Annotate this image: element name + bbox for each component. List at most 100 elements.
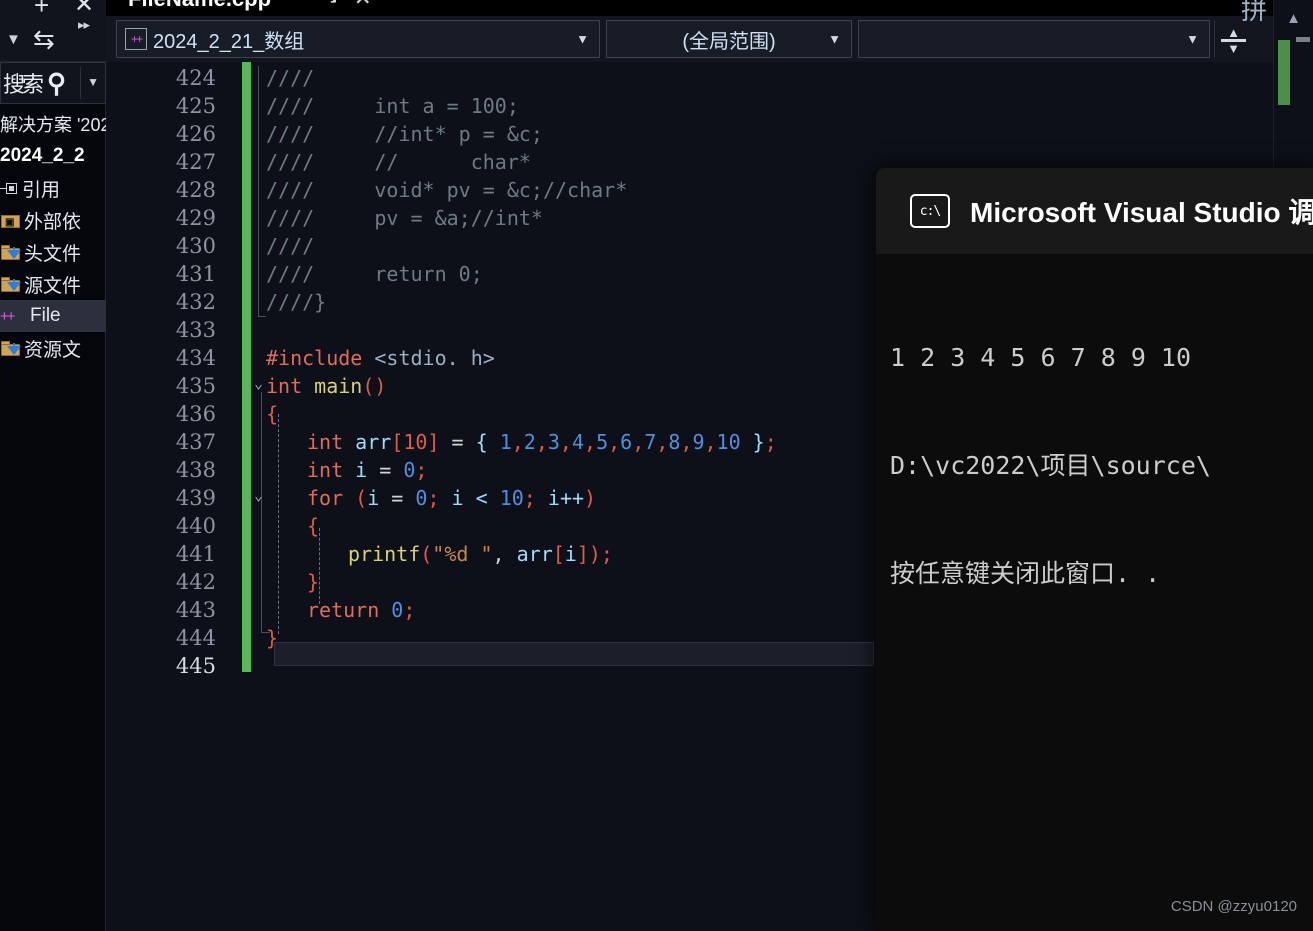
line-number: 428 [175,178,216,202]
tree-item-label: 头文件 [24,243,82,265]
code-line-text: //// return 0; [266,262,483,286]
tree-item-label: 解决方案 '202 [0,115,106,135]
code-line-text: //// //int* p = &c; [266,122,543,146]
line-number: 445 [175,654,216,678]
tree-item-label: 外部依 [24,211,82,233]
tree-item-solution[interactable]: 解决方案 '202 [0,108,106,140]
chevron-down-icon[interactable]: ▼ [6,32,21,47]
tree-item-file[interactable]: ++ File [0,300,106,332]
line-number: 438 [175,458,216,482]
code-line-text: //// pv = &a;//int* [266,206,543,230]
code-line-text: int main() [266,374,387,398]
code-line-text: return 0; [307,598,416,622]
code-line-text: int arr[10] = { 1,2,3,4,5,6,7,8,9,10 }; [307,430,777,454]
command-prompt-icon: c:\ [910,194,950,228]
chevron-down-icon[interactable]: ▼ [1186,32,1199,47]
watermark-label: CSDN @zzyu0120 [1170,898,1297,915]
solution-explorer-panel: + ✕ ▼ ⇆ ▸▸ 搜索 ⚲ ▼ 解决方案 '202 2024_2_2 引用 … [0,0,106,931]
cpp-file-icon: ++ [0,307,16,325]
folder-filter-icon [0,276,22,293]
chevron-down-icon[interactable]: ▼ [576,32,589,47]
pin-icon[interactable]: ↘ [324,0,338,8]
chevron-double-right-icon[interactable]: ▸▸ [78,18,90,31]
line-number: 433 [175,318,216,342]
tree-item-label: File [30,305,61,326]
editor-tabstrip: FileName.cpp ↘ ✕ [106,0,1313,16]
line-number: 444 [175,626,216,650]
search-icon: ⚲ [47,67,67,98]
code-line-text: //// [266,234,315,258]
code-line-text: printf("%d ", arr[i]); [348,542,613,566]
code-line-text: ////} [266,290,327,314]
code-line-text: { [266,402,279,426]
search-placeholder-label: 搜索 [3,72,44,97]
line-number: 435 [175,374,216,398]
tab-filename-label[interactable]: FileName.cpp [128,0,271,12]
close-icon[interactable]: ✕ [74,0,94,17]
line-number: 436 [175,402,216,426]
tree-item-references[interactable]: 引用 [0,172,106,204]
code-line[interactable]: 425 //// int a = 100; [106,92,1313,120]
plus-icon[interactable]: + [34,0,49,18]
scope-dropdown[interactable]: (全局范围) ▼ [606,20,852,58]
line-number: 434 [175,346,216,370]
chevron-up-icon[interactable]: ▲ [1274,0,1313,36]
chevron-down-icon[interactable]: ▼ [87,75,99,89]
line-number: 443 [175,598,216,622]
line-number: 437 [175,430,216,454]
code-line-text: for (i = 0; i < 10; i++) [307,486,597,510]
code-line-text: #include <stdio. h> [266,346,495,370]
search-input[interactable]: 搜索 ⚲ ▼ [0,62,106,104]
external-dependencies-icon: ▣ [0,212,22,229]
line-number: 430 [175,234,216,258]
scrollbar-marker [1296,37,1310,42]
line-number: 426 [175,122,216,146]
tree-item-header-files[interactable]: 头文件 [0,236,106,268]
line-number: 441 [175,542,216,566]
tree-item-project[interactable]: 2024_2_2 [0,140,106,172]
divider [80,67,81,99]
line-number: 442 [175,570,216,594]
line-number: 431 [175,262,216,286]
code-line[interactable]: 426 //// //int* p = &c; [106,120,1313,148]
code-line[interactable]: 424 //// [106,64,1313,92]
code-line-text: } [266,626,279,650]
tree-item-label: 源文件 [24,275,82,297]
line-number: 432 [175,290,216,314]
tree-item-label: 引用 [22,179,61,201]
tree-item-resource-files[interactable]: 资源文 [0,332,106,364]
console-line: 1 2 3 4 5 6 7 8 9 10 [890,343,1192,372]
console-line: D:\vc2022\项目\source\ [890,451,1211,480]
folder-filter-icon [0,340,22,357]
solution-explorer-toolbar: + ✕ ▼ ⇆ ▸▸ [0,0,106,62]
references-icon [0,180,22,196]
tree-item-source-files[interactable]: 源文件 [0,268,106,300]
editor-navigation-bar: ++ 2024_2_21_数组 ▼ (全局范围) ▼ ▼ ▲ ▼ [106,16,1313,62]
debug-console-window[interactable]: c:\ Microsoft Visual Studio 调试控 1 2 3 4 … [876,168,1313,931]
code-line-text: { [307,514,320,538]
tree-item-external-dependencies[interactable]: ▣ 外部依 [0,204,106,236]
code-line-text: int i = 0; [307,458,428,482]
tree-item-label: 2024_2_2 [0,145,85,166]
line-number: 439 [175,486,216,510]
scope-dropdown-value: (全局范围) [682,30,776,53]
cpp-icon: ++ [125,28,147,50]
code-line-text: //// void* pv = &c;//char* [266,178,628,202]
chevron-down-icon[interactable]: ▼ [828,32,841,47]
tree-item-label: 资源文 [24,339,82,361]
code-line-text: } [307,570,320,594]
line-number: 427 [175,150,216,174]
sync-arrows-icon[interactable]: ⇆ [33,26,55,52]
code-line-text: //// int a = 100; [266,94,519,118]
close-icon[interactable]: ✕ [354,0,372,11]
project-dropdown-value: 2024_2_21_数组 [153,30,305,53]
scrollbar-thumb[interactable] [1278,40,1290,105]
console-output: 1 2 3 4 5 6 7 8 9 10 D:\vc2022\项目\source… [876,254,1313,931]
line-number: 429 [175,206,216,230]
line-number: 425 [175,94,216,118]
member-dropdown[interactable]: ▼ [858,20,1210,58]
partial-glyph: 拼 [1240,0,1267,25]
project-dropdown[interactable]: ++ 2024_2_21_数组 ▼ [116,20,600,58]
line-number: 424 [175,66,216,90]
console-titlebar: c:\ Microsoft Visual Studio 调试控 [876,168,1313,254]
